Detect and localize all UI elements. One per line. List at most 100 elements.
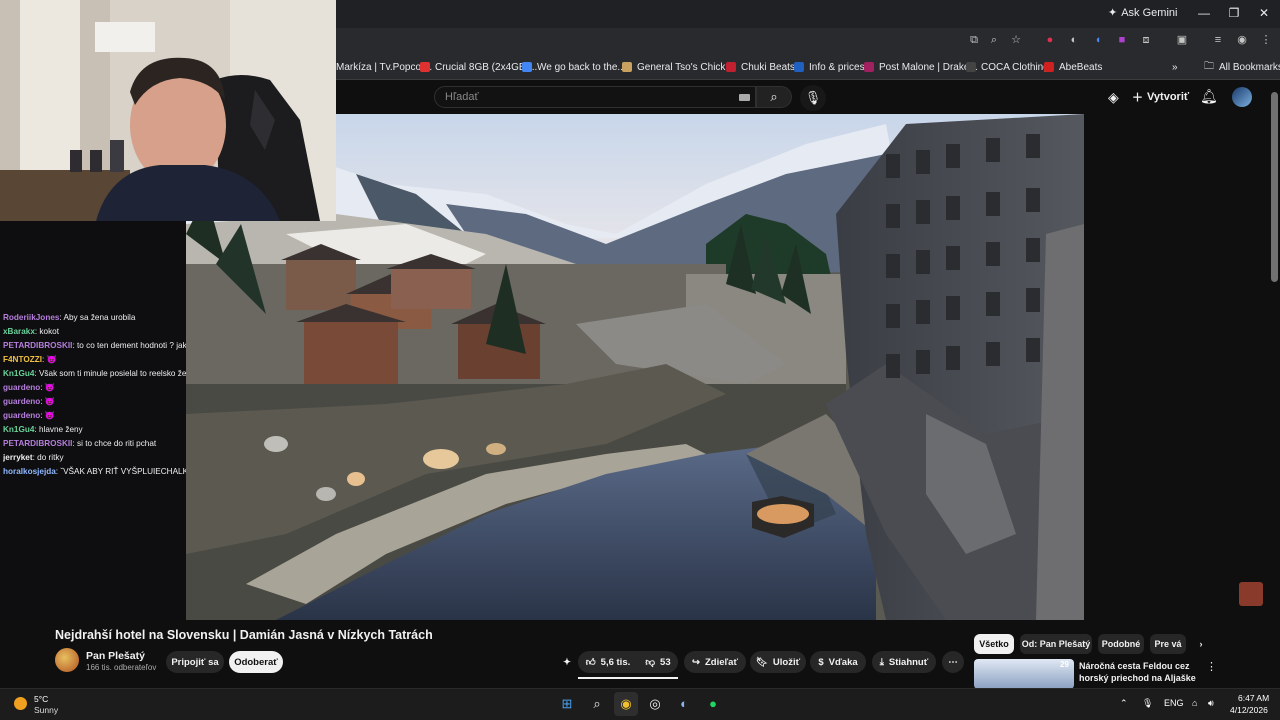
obs-icon[interactable]: ◎ <box>646 695 664 713</box>
chat-username[interactable]: Kn1Gu4 <box>3 369 34 378</box>
folder-icon: 🗀 <box>1204 60 1214 72</box>
sun-icon[interactable] <box>14 697 27 710</box>
extension-red-icon[interactable]: ● <box>1042 32 1058 48</box>
bookmarks-overflow-icon[interactable]: » <box>1172 58 1178 76</box>
chat-username[interactable]: RoderiikJones <box>3 313 59 322</box>
bookmark-favicon <box>726 62 736 72</box>
search-input[interactable]: Hľadať <box>434 86 756 108</box>
menu-icon[interactable]: ⋮ <box>1258 32 1274 48</box>
bookmark-item[interactable]: AbeBeats <box>1044 58 1102 76</box>
search-button[interactable]: ⌕ <box>756 86 792 108</box>
clock-time[interactable]: 6:47 AM <box>1238 693 1269 703</box>
download-button[interactable]: ⤓ Stiahnuť <box>872 651 936 673</box>
taskbar-search-icon[interactable]: ⌕ <box>588 695 606 713</box>
bookmark-item[interactable]: Chuki Beats <box>726 58 795 76</box>
voice-search-button[interactable]: 🎙 <box>800 85 826 111</box>
extension-purple-icon[interactable]: ■ <box>1114 32 1130 48</box>
chevron-right-icon[interactable]: › <box>1192 634 1210 654</box>
subscribe-button[interactable]: Odoberať <box>229 651 283 673</box>
windows-taskbar <box>0 688 1280 720</box>
maximize-icon[interactable]: ❐ <box>1226 6 1242 20</box>
chat-text: : Však som ti minule posielal to reelsko… <box>34 369 186 378</box>
chat-username[interactable]: PETARDIBROSKII <box>3 439 72 448</box>
all-bookmarks-button[interactable]: 🗀 All Bookmarks <box>1204 58 1280 76</box>
bookmark-item[interactable]: General Tso's Chick... <box>622 58 734 76</box>
thanks-button[interactable]: $ Vďaka <box>810 651 866 673</box>
account-avatar[interactable] <box>1232 87 1252 107</box>
save-button[interactable]: 🔖︎ Uložiť <box>750 651 806 673</box>
steam-icon[interactable]: ◐ <box>675 695 693 713</box>
create-button[interactable]: ＋ Vytvoriť <box>1132 89 1189 105</box>
bookmark-item[interactable]: COCA Clothing <box>966 58 1049 76</box>
like-button[interactable]: 👍︎ 5,6 tis. <box>580 651 636 673</box>
chat-message: PETARDIBROSKII: to co ten dement hodnoti… <box>3 340 186 351</box>
chat-username[interactable]: Kn1Gu4 <box>3 425 34 434</box>
media-icon[interactable]: ≡ <box>1210 32 1226 48</box>
channel-name[interactable]: Pan Plešatý <box>86 650 145 662</box>
keyboard-icon[interactable] <box>739 94 750 101</box>
chat-username[interactable]: guardeno <box>3 397 40 406</box>
sidepanel-icon[interactable]: ▣ <box>1174 32 1190 48</box>
clock-date[interactable]: 4/12/2026 <box>1230 705 1268 715</box>
chip-from-channel[interactable]: Od: Pan Plešatý <box>1020 634 1092 654</box>
chat-text: : do ritky <box>32 453 64 462</box>
windows-start-icon[interactable]: ⊞ <box>558 695 576 713</box>
page-scrollbar[interactable] <box>1271 92 1278 282</box>
like-progress-underline <box>578 677 678 679</box>
chip-related[interactable]: Podobné <box>1098 634 1144 654</box>
extensions-icon[interactable]: ⧈ <box>1138 32 1154 48</box>
chip-for-you[interactable]: Pre vá <box>1150 634 1186 654</box>
subscribe-label: Odoberať <box>234 656 278 668</box>
bookmark-item[interactable]: Markíza | Tv.Popcor... <box>336 58 432 76</box>
zoom-icon[interactable]: ⌕ <box>986 32 1002 48</box>
chat-username[interactable]: F4NTOZZI <box>3 355 42 364</box>
bookmark-item[interactable]: We go back to the... <box>522 58 626 76</box>
chat-username[interactable]: horalkosjejda <box>3 467 56 476</box>
join-button[interactable]: Pripojiť sa <box>166 651 224 673</box>
video-title: Nejdrahší hotel na Slovensku | Damián Ja… <box>55 628 433 642</box>
tray-chevron-icon[interactable]: ⌃ <box>1120 698 1128 709</box>
notifications-bell-icon[interactable]: 🔔︎ <box>1200 88 1218 105</box>
language-indicator[interactable]: ENG <box>1164 698 1184 708</box>
network-icon[interactable]: ⌂ <box>1192 698 1197 708</box>
chat-text: : si to chce do riti pchat <box>72 439 157 448</box>
more-actions-icon[interactable]: ⋯ <box>942 651 964 673</box>
chat-message: guardeno: 😈 <box>3 382 186 393</box>
bookmark-label: Post Malone | Drake... <box>879 61 978 73</box>
recommended-thumbnail[interactable] <box>974 659 1074 689</box>
chat-text: : 😈 <box>40 383 56 392</box>
spotify-icon[interactable]: ● <box>704 695 722 713</box>
extension-puzzle-gray-icon[interactable]: ◐ <box>1066 32 1082 48</box>
minimize-icon[interactable]: — <box>1196 6 1212 20</box>
chat-username[interactable]: guardeno <box>3 411 40 420</box>
extension-blue-icon[interactable]: ◖ <box>1090 32 1106 48</box>
share-button[interactable]: ↪ Zdieľať <box>684 651 746 673</box>
chat-username[interactable]: PETARDIBROSKII <box>3 341 72 350</box>
channel-avatar[interactable] <box>55 648 79 672</box>
mic-tray-icon[interactable]: 🎙 <box>1142 698 1153 709</box>
ai-sparkle-icon[interactable]: ✦ <box>559 651 575 673</box>
volume-icon[interactable]: 🔊︎ <box>1208 698 1214 709</box>
weather-temp[interactable]: 5°C <box>34 694 48 704</box>
bookmark-item[interactable]: Post Malone | Drake... <box>864 58 978 76</box>
bookmark-label: We go back to the... <box>537 61 626 73</box>
dislike-button[interactable]: 👎︎ 53 <box>640 651 676 673</box>
profile-icon[interactable]: ◉ <box>1234 32 1250 48</box>
share-label: Zdieľať <box>704 656 738 668</box>
bookmark-item[interactable]: Info & prices <box>794 58 865 76</box>
gem-shop-icon[interactable]: ◈ <box>1108 89 1119 106</box>
stream-overlay-sticker <box>1239 582 1263 606</box>
ask-gemini-button[interactable]: ✦ Ask Gemini <box>1108 6 1177 20</box>
chip-all[interactable]: Všetko <box>974 634 1014 654</box>
bookmark-item[interactable]: Crucial 8GB (2x4GB)... <box>420 58 537 76</box>
chrome-icon[interactable]: ◉ <box>617 695 635 713</box>
chat-text: : kokot <box>34 327 59 336</box>
star-icon[interactable]: ☆ <box>1008 32 1024 48</box>
weather-desc[interactable]: Sunny <box>34 705 58 715</box>
chat-username[interactable]: xBarakx <box>3 327 35 336</box>
cast-icon[interactable]: ⧉ <box>966 32 982 48</box>
close-icon[interactable]: ✕ <box>1256 6 1272 20</box>
chat-username[interactable]: jerryket <box>3 453 33 462</box>
recommended-menu-icon[interactable]: ⋮ <box>1206 660 1217 673</box>
chat-username[interactable]: guardeno <box>3 383 40 392</box>
